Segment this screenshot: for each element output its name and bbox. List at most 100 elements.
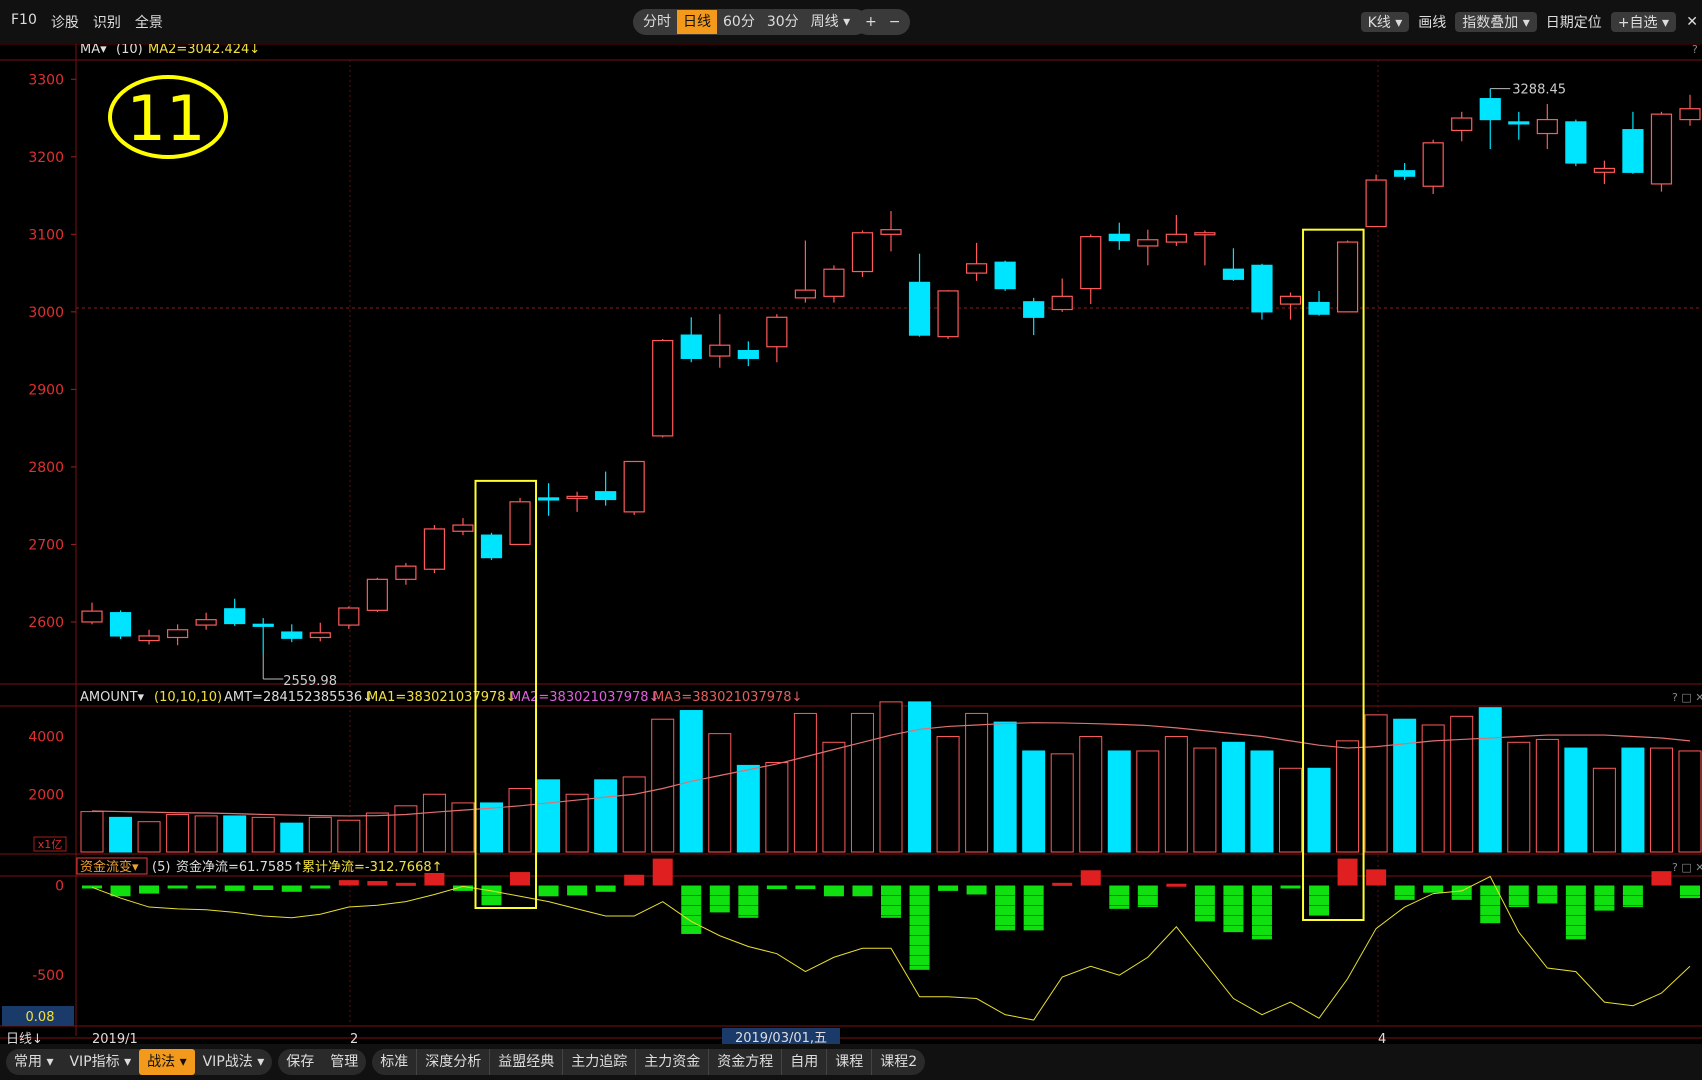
flow-bar <box>367 881 388 886</box>
volume-bar <box>708 733 732 853</box>
candle-body <box>452 524 474 532</box>
candle-body <box>1080 236 1102 290</box>
bottom-tab-group1-1[interactable]: VIP指标 ▾ <box>61 1049 139 1075</box>
toolbar-left-item-3[interactable]: 全景 <box>128 12 170 32</box>
annotation-badge-number: 11 <box>127 82 206 155</box>
x-label-feb: 2 <box>350 1032 358 1044</box>
volume-bar <box>1535 738 1559 853</box>
bottom-tab-group2-0[interactable]: 保存 <box>278 1049 322 1075</box>
toolbar-right-group: K线 ▾ 画线 指数叠加 ▾ 日期定位 +自选 ▾ <box>1360 12 1676 32</box>
volume-tick-2000: 2000 <box>28 787 64 803</box>
cursor-date-label: 2019/03/01,五 <box>735 1031 827 1044</box>
flow-bar <box>567 885 588 896</box>
toolbar-right-item-2[interactable]: 指数叠加 ▾ <box>1455 12 1537 32</box>
period-tab-2[interactable]: 60分 <box>717 10 761 34</box>
bottom-tab-template-1[interactable]: 深度分析 <box>416 1049 489 1075</box>
candle-body <box>1279 295 1302 305</box>
bottom-tab-template-8[interactable]: 课程2 <box>871 1049 925 1075</box>
toolbar-right-item-0[interactable]: K线 ▾ <box>1360 12 1410 32</box>
candle-body <box>366 578 388 611</box>
volume-bar <box>1193 747 1217 853</box>
bottom-tab-template-2[interactable]: 益盟经典 <box>489 1049 562 1075</box>
price-tick-2700: 2700 <box>28 537 64 553</box>
bottom-tab-template-5[interactable]: 资金方程 <box>708 1049 781 1075</box>
volume-bar <box>965 712 989 853</box>
volume-bar <box>993 721 1017 853</box>
candle-body <box>224 608 246 625</box>
toolbar-left-group: F10 诊股 识别 全景 <box>0 12 170 32</box>
candle-body <box>966 263 988 274</box>
volume-bar <box>137 821 161 853</box>
toolbar-left-item-1[interactable]: 诊股 <box>44 12 86 32</box>
bottom-tab-template-0[interactable]: 标准 <box>372 1049 416 1075</box>
candle-body <box>880 229 902 235</box>
volume-bar <box>1364 714 1388 853</box>
flow-bar <box>1565 885 1586 940</box>
bottom-tab-template-3[interactable]: 主力追踪 <box>562 1049 635 1075</box>
period-tab-0[interactable]: 分时 <box>637 10 677 34</box>
zoom-in-button[interactable]: + <box>859 10 883 34</box>
volume-bar <box>736 764 760 853</box>
volume-bar <box>822 741 846 853</box>
volume-bar <box>337 819 361 853</box>
bottom-tab-template-6[interactable]: 自用 <box>781 1049 826 1075</box>
bottom-tab-group1-0[interactable]: 常用 ▾ <box>6 1049 61 1075</box>
bottom-tab-group1-2[interactable]: 战法 ▾ <box>139 1049 195 1075</box>
flow-bar <box>823 885 844 897</box>
candle-body <box>566 495 588 499</box>
period-tab-1[interactable]: 日线 <box>677 10 717 34</box>
flow-bar <box>738 885 759 918</box>
period-tab-3[interactable]: 30分 <box>761 10 805 34</box>
volume-tick-4000: 4000 <box>28 730 64 746</box>
flow-bar <box>1137 885 1158 908</box>
volume-bar <box>1050 753 1074 853</box>
candle-body <box>480 534 503 559</box>
volume-bar <box>1621 747 1645 853</box>
toolbar-left-item-2[interactable]: 识别 <box>86 12 128 32</box>
flow-bar <box>595 885 616 892</box>
candle-body <box>709 344 731 357</box>
candle-body <box>309 632 331 639</box>
flow-bar <box>167 885 188 889</box>
volume-bar <box>480 802 503 853</box>
flow-bar <box>909 885 930 970</box>
period-tabs: 分时 日线 60分 30分 周线 ▾ <box>637 10 856 34</box>
toolbar-right-item-4[interactable]: +自选 ▾ <box>1610 12 1676 32</box>
amount-label: AMOUNT▾ <box>80 690 145 705</box>
candle-body <box>109 612 132 637</box>
ma2-volume-value: MA2=383021037978↓ <box>510 690 659 705</box>
zoom-out-button[interactable]: − <box>883 10 907 34</box>
toolbar-right-item-3[interactable]: 日期定位 <box>1539 12 1609 32</box>
volume-bar <box>793 712 817 853</box>
flow-bar <box>1280 885 1301 889</box>
flow-bar <box>196 885 217 889</box>
flow-bar <box>1052 882 1073 886</box>
candle-body <box>1365 179 1387 228</box>
candle-body <box>252 623 274 627</box>
period-selector: 分时 日线 60分 30分 周线 ▾ <box>633 9 869 35</box>
toolbar-right-item-1[interactable]: 画线 <box>1411 12 1453 32</box>
period-tab-4[interactable]: 周线 ▾ <box>805 10 856 34</box>
bottom-tab-group2-1[interactable]: 管理 <box>322 1049 366 1075</box>
flow-bar <box>852 885 873 897</box>
x-label-jan: 2019/1 <box>92 1032 138 1044</box>
bottom-tab-group1-3[interactable]: VIP战法 ▾ <box>195 1049 273 1075</box>
candle-body <box>1308 301 1330 315</box>
x-label-apr: 4 <box>1378 1032 1386 1044</box>
price-tick-3200: 3200 <box>28 150 64 166</box>
toolbar-left-item-0[interactable]: F10 <box>4 12 44 32</box>
volume-bar <box>765 762 789 853</box>
bottom-tab-bar: 常用 ▾ VIP指标 ▾ 战法 ▾ VIP战法 ▾ 保存 管理 标准 深度分析 益盟经典 主力… <box>0 1044 1702 1080</box>
kline-chart[interactable]: MA▾ (10) MA2=3042.424↓ ? 3300 3200 3100 3000 290… <box>0 44 1702 1044</box>
ma2-value: MA2=3042.424↓ <box>148 44 260 57</box>
bottom-tab-template-4[interactable]: 主力资金 <box>635 1049 708 1075</box>
cum-flow-value: 累计净流=-312.7668↑ <box>302 860 443 875</box>
candle-body <box>1565 121 1587 164</box>
close-icon[interactable]: ✕ <box>1686 14 1698 30</box>
price-tick-2900: 2900 <box>28 382 64 398</box>
volume-bar <box>1250 750 1274 853</box>
bottom-tab-template-7[interactable]: 课程 <box>826 1049 871 1075</box>
flow-bar <box>395 882 416 886</box>
candle-body <box>338 607 360 626</box>
volume-bar <box>908 701 932 853</box>
